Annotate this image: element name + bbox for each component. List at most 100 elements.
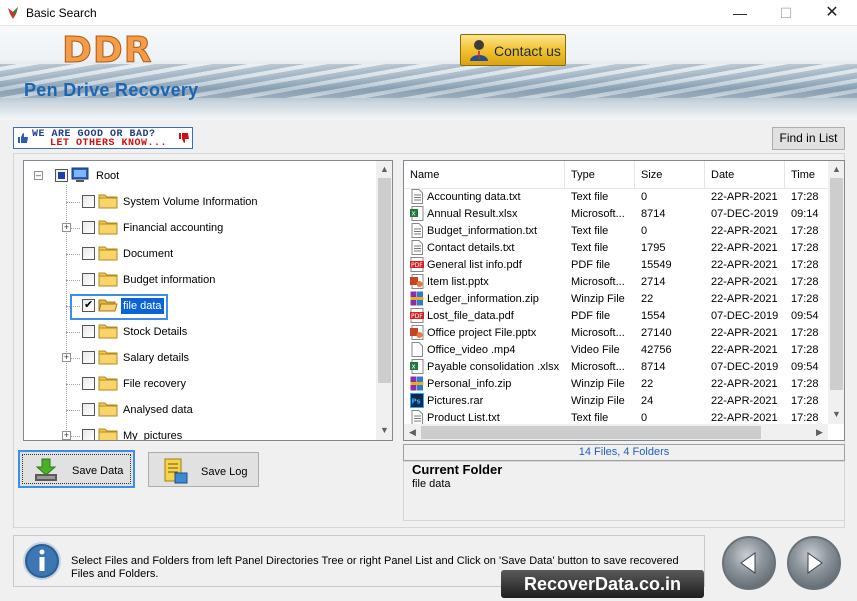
table-row[interactable]: PDF Lost_file_data.pdf PDF file 1554 07-DEC-… [404, 307, 828, 324]
maximize-button[interactable]: ☐ [763, 0, 809, 26]
tree-item-checkbox[interactable] [82, 298, 95, 312]
scroll-right-arrow[interactable]: ▶ [811, 427, 828, 438]
tree-item-checkbox[interactable] [82, 403, 95, 416]
cell-date: 22-APR-2021 [711, 225, 778, 237]
root-checkbox[interactable] [55, 169, 68, 182]
arrow-left-icon [740, 552, 756, 574]
scroll-down-arrow[interactable]: ▼ [376, 425, 392, 435]
next-button[interactable] [787, 536, 841, 590]
minimize-button[interactable]: — [717, 0, 763, 26]
cell-name: Annual Result.xlsx [427, 208, 518, 220]
column-type[interactable]: Type [565, 161, 635, 189]
file-count-status: 14 Files, 4 Folders [403, 444, 845, 461]
rate-line-2: LET OTHERS KNOW... [50, 138, 168, 149]
scroll-left-arrow[interactable]: ◀ [404, 427, 421, 438]
file-list[interactable]: Name Type Size Date Time Accounting data… [403, 160, 845, 441]
cell-name: Payable consolidation .xlsx [427, 361, 560, 373]
table-row[interactable]: Ps Pictures.rar Winzip File 24 22-APR-2021 17… [404, 392, 828, 409]
tree-item-checkbox[interactable] [82, 429, 95, 440]
info-icon [23, 542, 61, 580]
tree-item[interactable]: Document [24, 241, 376, 267]
table-row[interactable]: Personal_info.zip Winzip File 22 22-APR-202… [404, 375, 828, 392]
tree-item[interactable]: Stock Details [24, 319, 376, 345]
website-label: RecoverData.co.in [501, 570, 704, 598]
table-row[interactable]: Ledger_information.zip Winzip File 22 22-AP… [404, 290, 828, 307]
cell-name: Item list.pptx [427, 276, 489, 288]
table-row[interactable]: Budget_information.txt Text file 0 22-APR-2… [404, 222, 828, 239]
column-date[interactable]: Date [705, 161, 785, 189]
zip-file-icon [410, 376, 424, 391]
list-horizontal-scrollbar[interactable]: ◀ ▶ [404, 424, 828, 440]
tree-item-checkbox[interactable] [82, 351, 95, 364]
directory-tree[interactable]: – Root System Volume Information + Financi… [23, 160, 393, 441]
tree-item-checkbox[interactable] [82, 273, 95, 286]
tree-root[interactable]: – Root [24, 163, 376, 189]
table-row[interactable]: Office_video .mp4 Video File 42756 22-APR-2… [404, 341, 828, 358]
tree-item-checkbox[interactable] [82, 325, 95, 338]
column-time[interactable]: Time [785, 161, 828, 189]
open-folder-icon [98, 299, 118, 312]
table-row[interactable]: Office project File.pptx Microsoft... 2714… [404, 324, 828, 341]
zip-file-icon [410, 291, 424, 306]
save-data-button[interactable]: Save Data [18, 450, 135, 488]
expand-toggle[interactable]: + [62, 431, 71, 440]
table-row[interactable]: x Payable consolidation .xlsx Microsoft...… [404, 358, 828, 375]
cell-size: 1795 [641, 242, 666, 254]
list-hscroll-thumb[interactable] [421, 426, 761, 439]
contact-us-button[interactable]: Contact us [460, 34, 566, 66]
person-icon [470, 40, 488, 61]
cell-type: Winzip File [571, 293, 625, 305]
table-row[interactable]: Contact details.txt Text file 1795 22-APR-2… [404, 239, 828, 256]
tree-guide-line [66, 280, 80, 281]
tree-item-checkbox[interactable] [82, 377, 95, 390]
photoshop-file-icon: Ps [410, 393, 424, 408]
scroll-up-arrow[interactable]: ▲ [376, 164, 392, 174]
folder-icon [98, 402, 118, 417]
scroll-down-arrow[interactable]: ▼ [828, 409, 844, 419]
cell-name: Budget_information.txt [427, 225, 538, 237]
tree-item-label: My_pictures [123, 430, 183, 441]
table-row[interactable]: PDF General list info.pdf PDF file 15549 22-… [404, 256, 828, 273]
find-in-list-button[interactable]: Find in List [772, 127, 845, 150]
tree-item-checkbox[interactable] [82, 247, 95, 260]
cell-time: 09:14 [791, 208, 819, 220]
tree-item[interactable]: + Salary details [24, 345, 376, 371]
rate-us-banner[interactable]: WE ARE GOOD OR BAD? LET OTHERS KNOW... [13, 127, 193, 149]
tree-item[interactable]: Budget information [24, 267, 376, 293]
close-button[interactable]: ✕ [809, 0, 855, 26]
thumbs-down-icon [179, 133, 189, 143]
tree-item-checkbox[interactable] [82, 195, 95, 208]
expand-toggle[interactable]: + [62, 353, 71, 362]
table-row[interactable]: Item list.pptx Microsoft... 2714 22-APR-202… [404, 273, 828, 290]
tree-item[interactable]: System Volume Information [24, 189, 376, 215]
column-name[interactable]: Name [404, 161, 565, 189]
tree-item[interactable]: + My_pictures [24, 423, 376, 441]
scroll-up-arrow[interactable]: ▲ [828, 164, 844, 174]
list-scroll-thumb[interactable] [830, 178, 843, 390]
expand-toggle[interactable]: + [62, 223, 71, 232]
tree-item[interactable]: file data [24, 293, 376, 320]
cell-size: 42756 [641, 344, 672, 356]
tree-item-label: Budget information [123, 274, 216, 286]
text-file-icon [411, 240, 423, 255]
tree-scrollbar[interactable]: ▲ ▼ [376, 161, 392, 440]
table-row[interactable]: Accounting data.txt Text file 0 22-APR-2021… [404, 188, 828, 205]
tree-item[interactable]: Analysed data [24, 397, 376, 423]
tree-item[interactable]: File recovery [24, 371, 376, 397]
arrow-right-icon [807, 552, 823, 574]
brand-logo: DDR [62, 30, 153, 72]
list-vertical-scrollbar[interactable]: ▲ ▼ [828, 161, 844, 424]
collapse-toggle[interactable]: – [34, 171, 43, 180]
column-size[interactable]: Size [635, 161, 705, 189]
table-row[interactable]: x Annual Result.xlsx Microsoft... 8714 07-DE… [404, 205, 828, 222]
tree-item-checkbox[interactable] [82, 221, 95, 234]
save-log-button[interactable]: Save Log [148, 452, 259, 487]
cell-time: 17:28 [791, 378, 819, 390]
folder-icon [98, 246, 118, 261]
tree-scroll-thumb[interactable] [378, 178, 391, 383]
cell-type: Microsoft... [571, 208, 625, 220]
back-button[interactable] [722, 536, 776, 590]
excel-file-icon: x [410, 206, 424, 221]
list-header: Name Type Size Date Time [404, 161, 828, 189]
tree-item[interactable]: + Financial accounting [24, 215, 376, 241]
